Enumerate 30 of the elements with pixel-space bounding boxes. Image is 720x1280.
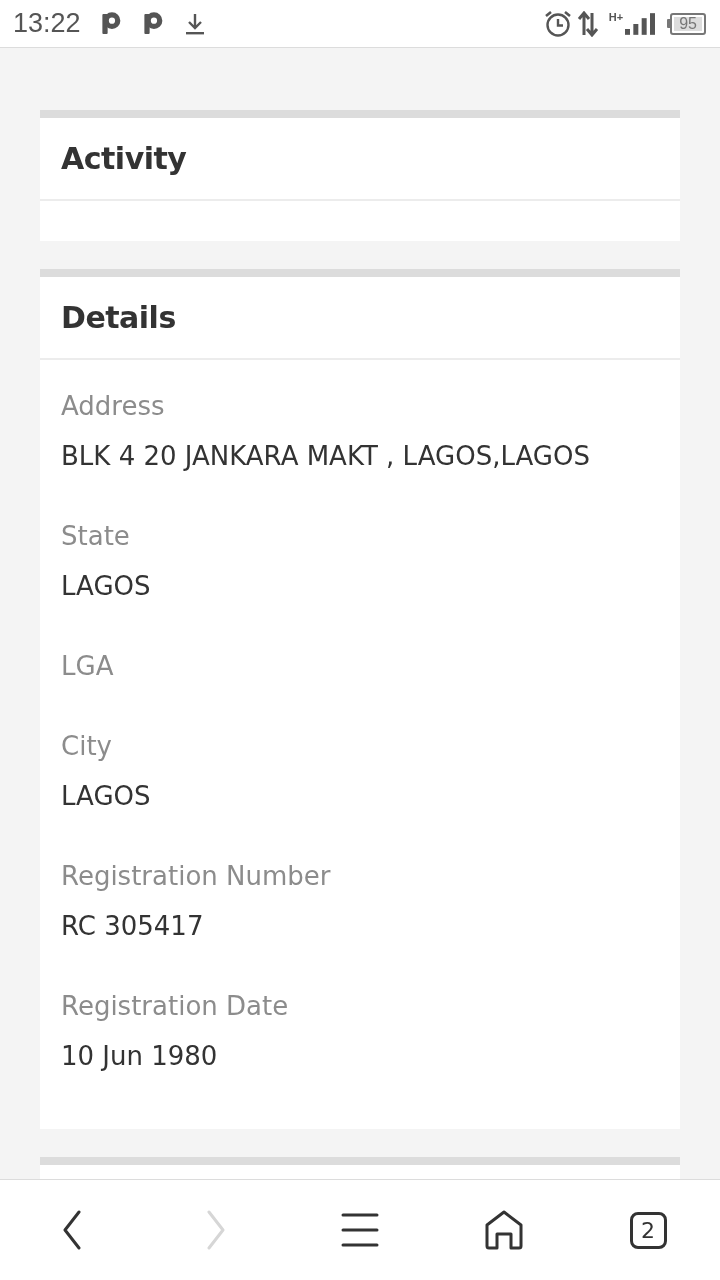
clock-time: 13:22 — [13, 8, 81, 39]
menu-button[interactable] — [341, 1213, 379, 1247]
field-label: Registration Number — [61, 860, 332, 893]
back-button[interactable] — [62, 1210, 82, 1250]
back-icon — [62, 1210, 82, 1250]
tabs-button[interactable]: 2 — [629, 1211, 667, 1249]
field-value: BLK 4 20 JANKARA MAKT , LAGOS,LAGOS — [61, 440, 591, 473]
field-value: 10 Jun 1980 — [61, 1040, 219, 1073]
battery-indicator: 95 — [667, 12, 706, 35]
field-label: Address — [61, 390, 166, 423]
home-icon — [484, 1210, 524, 1250]
section-title: Activity — [61, 141, 187, 176]
data-transfer-icon — [576, 10, 599, 37]
field-label: LGA — [61, 650, 115, 683]
field-label: State — [61, 520, 131, 553]
network-type-label: H+ — [608, 11, 624, 23]
signal-bars-icon — [625, 11, 656, 36]
app-notification-icon — [100, 12, 121, 35]
download-icon — [184, 11, 205, 36]
app-notification-icon — [142, 12, 163, 35]
field-label: City — [61, 730, 113, 763]
field-label: Registration Date — [61, 990, 290, 1023]
field-value: LAGOS — [61, 570, 152, 603]
alarm-clock-icon — [543, 9, 572, 38]
section-title: Details — [61, 300, 176, 335]
field-value: RC 305417 — [61, 910, 205, 943]
menu-icon — [341, 1213, 379, 1247]
field-value: LAGOS — [61, 780, 152, 813]
home-button[interactable] — [484, 1210, 524, 1250]
forward-icon — [206, 1210, 226, 1250]
